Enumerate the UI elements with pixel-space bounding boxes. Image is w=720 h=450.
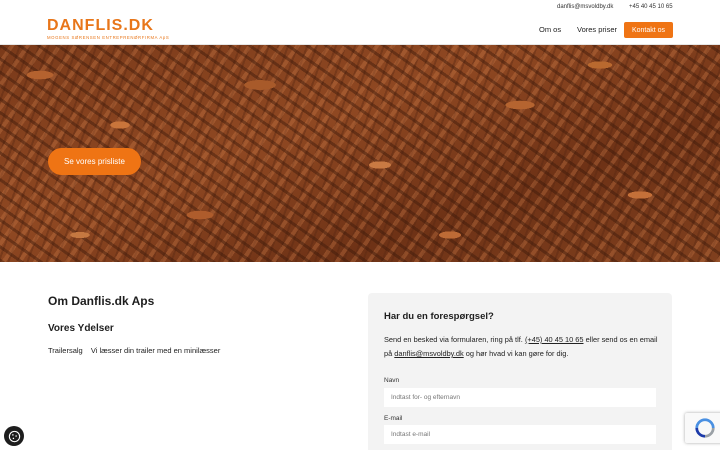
contact-text-1: Send en besked via formularen, ring på t…: [384, 335, 523, 344]
recaptcha-badge[interactable]: [685, 413, 720, 443]
contact-email-link[interactable]: danflis@msvoldby.dk: [394, 349, 463, 358]
name-input[interactable]: [384, 388, 656, 407]
hero-banner: Se vores prisliste: [0, 45, 720, 262]
top-bar: danflis@msvoldby.dk +45 40 45 10 65: [0, 0, 720, 16]
contact-text-3: og hør hvad vi kan gøre for dig.: [465, 349, 569, 358]
cookie-settings-button[interactable]: [4, 426, 24, 446]
nav-om-os[interactable]: Om os: [539, 25, 561, 34]
contact-phone-link[interactable]: (+45) 40 45 10 65: [525, 335, 584, 344]
logo-tagline: MOGENS SØRENSEN ENTREPRENØRFIRMA ApS: [47, 35, 170, 40]
contact-title: Har du en forespørgsel?: [384, 311, 494, 322]
site-header: DANFLIS.DK MOGENS SØRENSEN ENTREPRENØRFI…: [0, 16, 720, 45]
name-label: Navn: [384, 377, 400, 384]
email-input[interactable]: [384, 425, 656, 444]
recaptcha-icon: [695, 418, 715, 438]
prisliste-button[interactable]: Se vores prisliste: [48, 148, 141, 175]
service-item: Trailersalg Vi læsser din trailer med en…: [48, 346, 220, 355]
contact-form-card: Har du en forespørgsel? Send en besked v…: [368, 293, 672, 450]
contact-text: Send en besked via formularen, ring på t…: [384, 333, 664, 361]
service-description: Vi læsser din trailer med en minilæsser: [90, 346, 221, 355]
kontakt-os-button[interactable]: Kontakt os: [624, 22, 673, 38]
topbar-email-link[interactable]: danflis@msvoldby.dk: [557, 4, 613, 10]
topbar-phone-link[interactable]: +45 40 45 10 65: [629, 4, 673, 10]
service-name: Trailersalg: [48, 346, 83, 355]
nav-vores-priser[interactable]: Vores priser: [577, 25, 617, 34]
logo-text: DANFLIS.DK: [47, 17, 154, 34]
cookie-icon: [8, 430, 20, 442]
services-title: Vores Ydelser: [48, 323, 114, 334]
about-title: Om Danflis.dk Aps: [48, 294, 155, 308]
email-label: E-mail: [384, 415, 403, 422]
logo[interactable]: DANFLIS.DK MOGENS SØRENSEN ENTREPRENØRFI…: [47, 17, 170, 41]
